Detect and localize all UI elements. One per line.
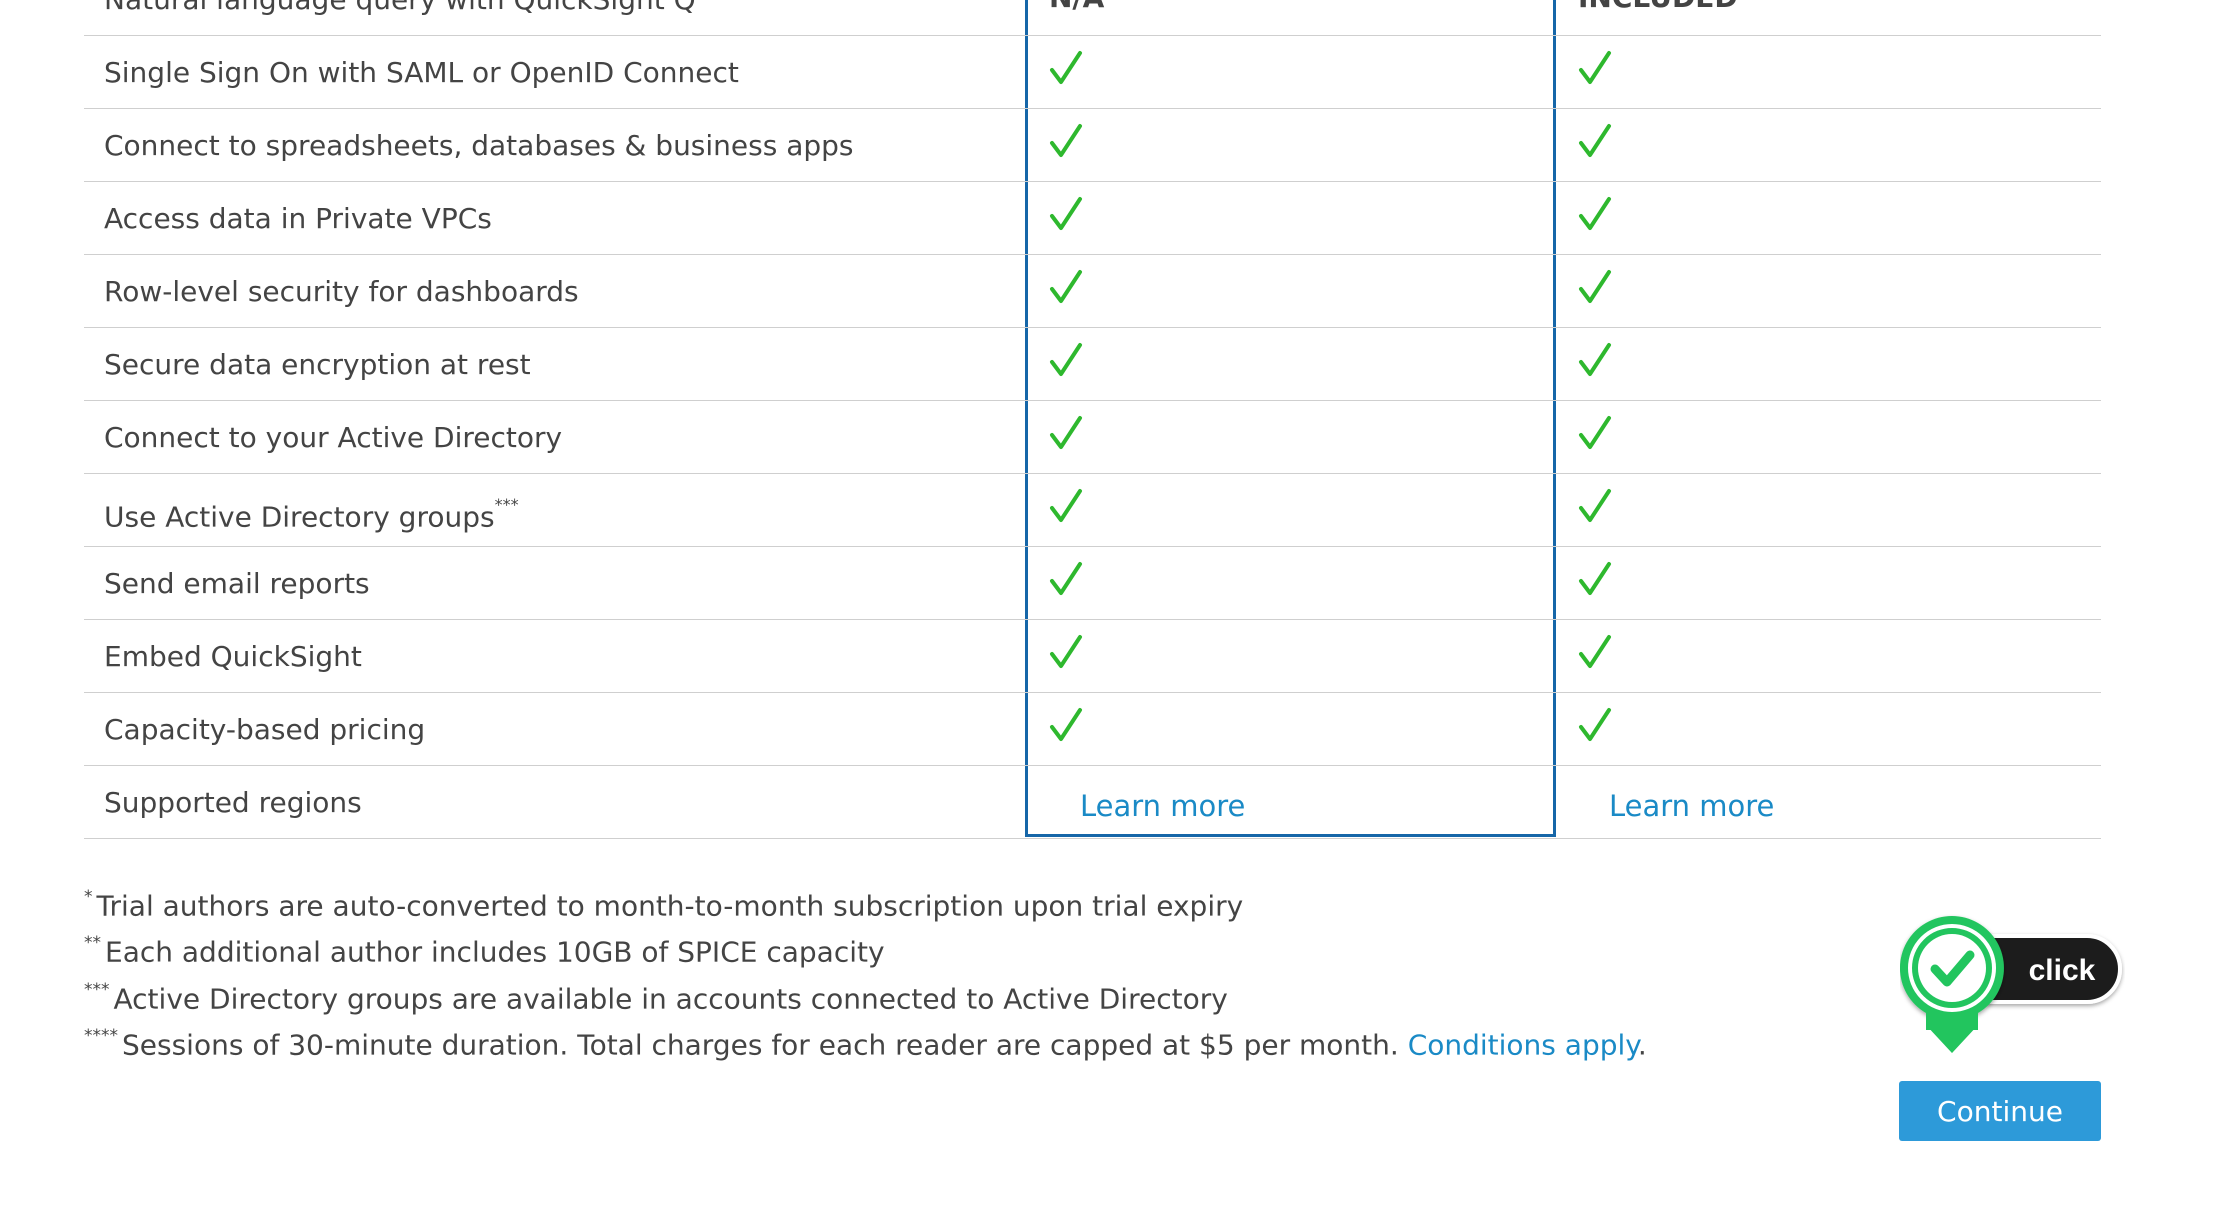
check-icon — [1049, 50, 1083, 88]
check-icon — [1578, 196, 1612, 234]
table-row: Supported regions Learn more Learn more — [84, 766, 2101, 839]
pricing-page: Natural language query with QuickSight Q… — [0, 0, 2222, 1218]
table-row: Connect to your Active Directory — [84, 401, 2101, 474]
continue-button[interactable]: Continue — [1899, 1081, 2101, 1141]
footnote: *** Active Directory groups are available… — [84, 979, 1228, 1015]
check-icon — [1578, 123, 1612, 161]
click-badge-label: click — [2029, 954, 2096, 987]
table-row: Send email reports — [84, 547, 2101, 620]
feature-label: Connect to spreadsheets, databases & bus… — [104, 129, 854, 162]
feature-label: Row-level security for dashboards — [104, 275, 579, 308]
check-icon — [1049, 634, 1083, 672]
feature-label: Send email reports — [104, 567, 370, 600]
feature-comparison-table: Natural language query with QuickSight Q… — [84, 0, 2101, 839]
table-row: Use Active Directory groups*** — [84, 474, 2101, 547]
table-row: Row-level security for dashboards — [84, 255, 2101, 328]
feature-label: Single Sign On with SAML or OpenID Conne… — [104, 56, 739, 89]
check-icon — [1578, 561, 1612, 599]
table-row: Natural language query with QuickSight Q… — [84, 0, 2101, 36]
table-row: Single Sign On with SAML or OpenID Conne… — [84, 36, 2101, 109]
check-icon — [1578, 50, 1612, 88]
table-row: Access data in Private VPCs — [84, 182, 2101, 255]
table-row: Connect to spreadsheets, databases & bus… — [84, 109, 2101, 182]
feature-label: Secure data encryption at rest — [104, 348, 531, 381]
feature-label: Embed QuickSight — [104, 640, 362, 673]
table-row: Capacity-based pricing — [84, 693, 2101, 766]
click-hint-badge: click — [1899, 914, 2125, 1070]
feature-label: Use Active Directory groups*** — [104, 495, 519, 534]
check-icon — [1049, 488, 1083, 526]
check-icon — [1049, 196, 1083, 234]
check-icon — [1578, 415, 1612, 453]
footnote: * Trial authors are auto-converted to mon… — [84, 887, 1244, 923]
plan-header-value: INCLUDED — [1578, 0, 1738, 14]
feature-label: Supported regions — [104, 786, 362, 819]
check-icon — [1578, 634, 1612, 672]
check-icon — [1578, 707, 1612, 745]
learn-more-link[interactable]: Learn more — [1609, 789, 1774, 823]
footnotes: * Trial authors are auto-converted to mon… — [84, 880, 1647, 1065]
feature-label: Natural language query with QuickSight Q — [104, 0, 696, 36]
footnote: ** Each additional author includes 10GB o… — [84, 933, 885, 969]
check-icon — [1578, 488, 1612, 526]
check-icon — [1049, 707, 1083, 745]
check-icon — [1049, 269, 1083, 307]
learn-more-link[interactable]: Learn more — [1080, 789, 1245, 823]
table-row: Secure data encryption at rest — [84, 328, 2101, 401]
check-icon — [1049, 415, 1083, 453]
feature-label: Capacity-based pricing — [104, 713, 426, 746]
footnote: **** Sessions of 30-minute duration. Tota… — [84, 1025, 1647, 1062]
check-icon — [1049, 342, 1083, 380]
plan-header-value: N/A — [1049, 0, 1104, 14]
click-badge-check-icon: click — [1899, 916, 2122, 1058]
table-row: Embed QuickSight — [84, 620, 2101, 693]
feature-label: Connect to your Active Directory — [104, 421, 563, 454]
check-icon — [1578, 269, 1612, 307]
feature-label: Access data in Private VPCs — [104, 202, 492, 235]
check-icon — [1049, 561, 1083, 599]
conditions-apply-link[interactable]: Conditions apply — [1408, 1028, 1638, 1061]
check-icon — [1578, 342, 1612, 380]
check-icon — [1049, 123, 1083, 161]
